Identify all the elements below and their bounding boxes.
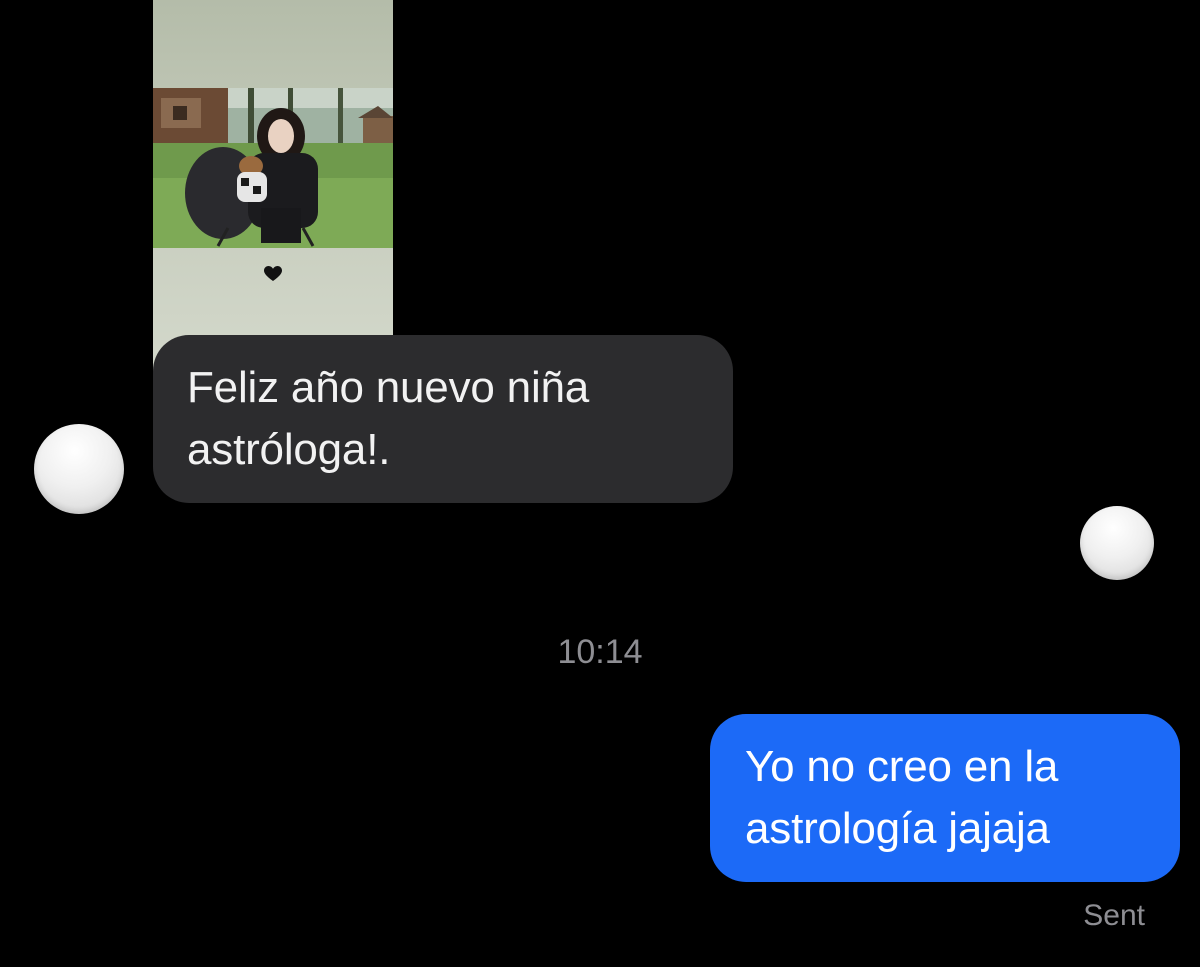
received-message-bubble[interactable]: Feliz año nuevo niña astróloga!. xyxy=(153,335,733,503)
sent-message-line: astrología jajaja xyxy=(745,804,1050,853)
shared-story-card[interactable] xyxy=(153,0,393,380)
sent-message-line: Yo no creo en la xyxy=(745,742,1059,791)
message-timestamp: 10:14 xyxy=(557,633,643,671)
shared-photo[interactable] xyxy=(153,88,393,248)
received-message-line: astróloga!. xyxy=(187,425,391,474)
delivery-status: Sent xyxy=(1083,899,1145,932)
black-heart-icon xyxy=(264,266,282,281)
read-receipt-avatar xyxy=(1080,506,1154,580)
contact-avatar[interactable] xyxy=(34,424,124,514)
sent-message-bubble[interactable]: Yo no creo en la astrología jajaja xyxy=(710,714,1180,882)
received-message-line: Feliz año nuevo niña xyxy=(187,363,590,412)
